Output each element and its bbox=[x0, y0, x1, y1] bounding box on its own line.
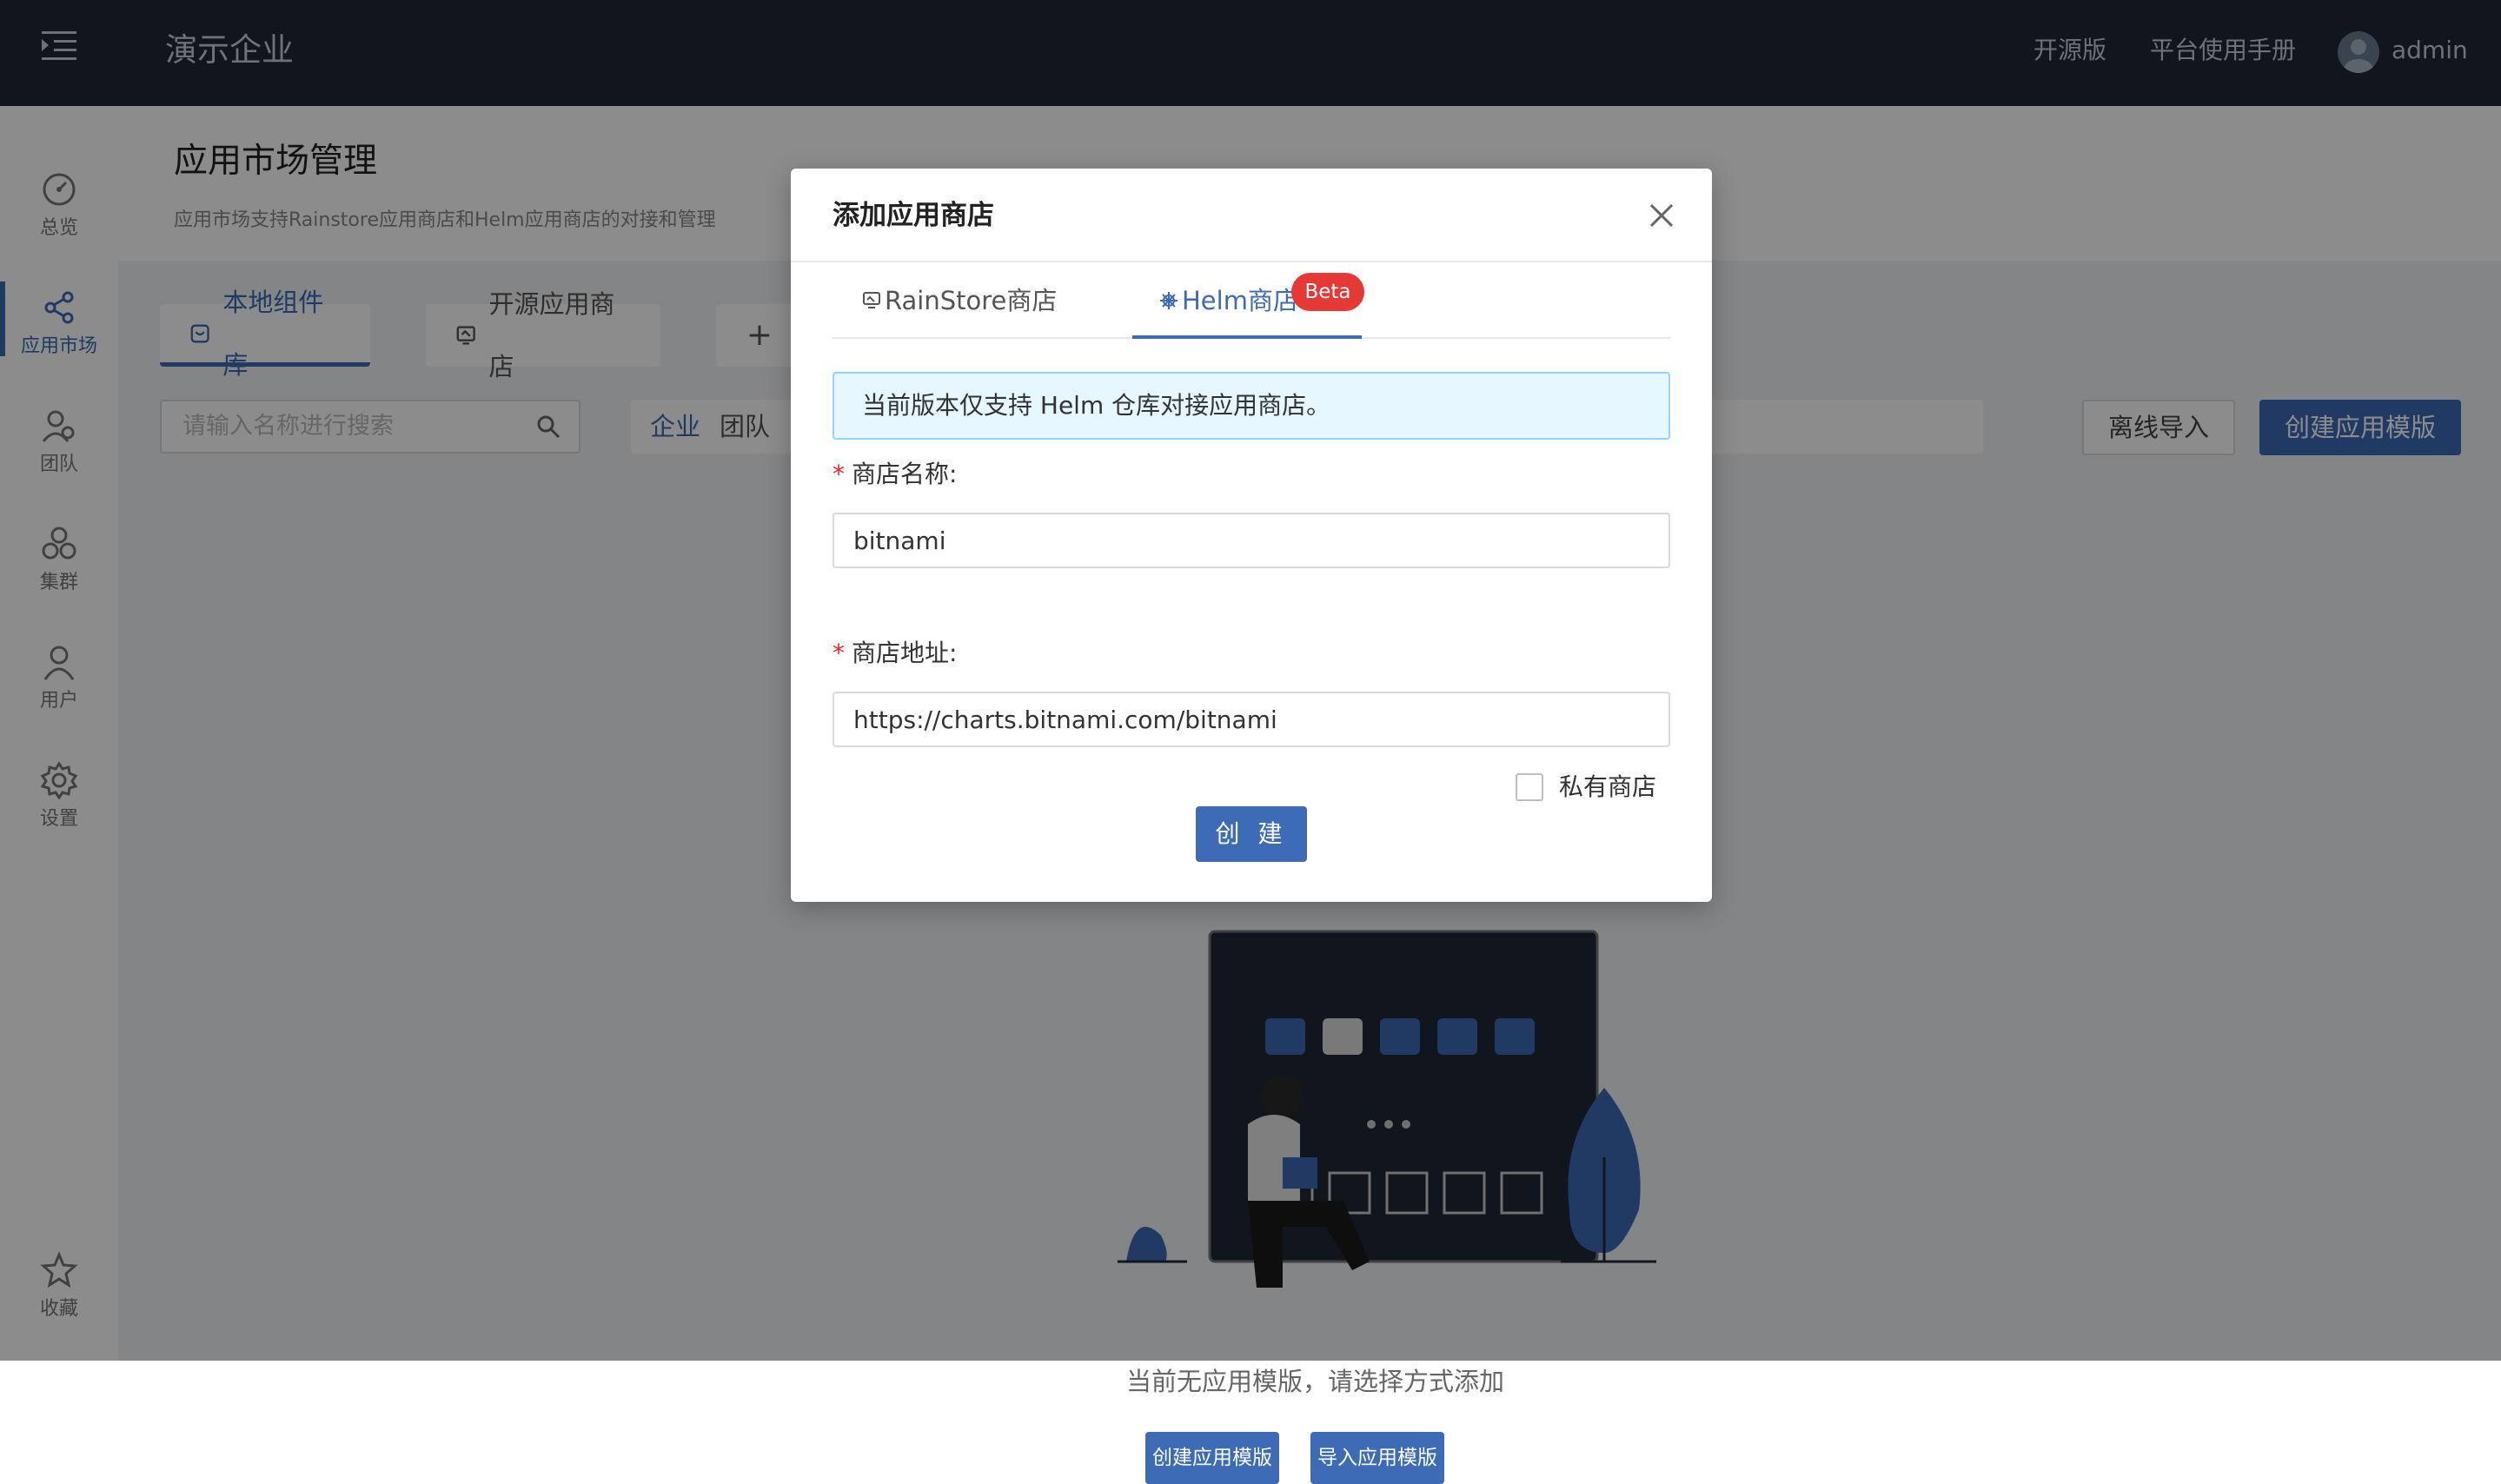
store-icon bbox=[863, 292, 880, 308]
store-url-input[interactable] bbox=[833, 692, 1670, 747]
store-name-input[interactable] bbox=[833, 513, 1670, 568]
beta-badge: Beta bbox=[1291, 273, 1364, 311]
info-alert: 当前版本仅支持 Helm 仓库对接应用商店。 bbox=[833, 372, 1670, 440]
create-button[interactable]: 创 建 bbox=[1196, 806, 1307, 862]
add-store-modal: 添加应用商店 RainStore商店 Helm商店 Beta 当前版本仅支持 H… bbox=[791, 169, 1712, 902]
active-tab-indicator bbox=[1132, 335, 1362, 339]
store-name-label: * 商店名称: bbox=[833, 460, 958, 488]
tab-rainstore[interactable]: RainStore商店 bbox=[862, 262, 1057, 339]
required-asterisk: * bbox=[833, 639, 845, 667]
modal-title: 添加应用商店 bbox=[833, 200, 994, 231]
empty-create-template-button[interactable]: 创建应用模版 bbox=[1145, 1432, 1279, 1484]
private-store-label[interactable]: 私有商店 bbox=[1559, 768, 1656, 806]
modal-tabs: RainStore商店 Helm商店 bbox=[833, 262, 1670, 339]
tab-label: Helm商店 bbox=[1182, 286, 1298, 315]
required-asterisk: * bbox=[833, 460, 845, 488]
close-icon[interactable] bbox=[1646, 200, 1677, 231]
tab-helm[interactable]: Helm商店 bbox=[1159, 262, 1298, 339]
empty-state-text: 当前无应用模版，请选择方式添加 bbox=[1126, 1367, 1505, 1396]
helm-wheel-icon bbox=[1160, 292, 1178, 309]
private-store-checkbox[interactable] bbox=[1516, 773, 1543, 801]
modal-header: 添加应用商店 bbox=[791, 169, 1712, 262]
tab-label: RainStore商店 bbox=[885, 286, 1058, 315]
empty-import-template-button[interactable]: 导入应用模版 bbox=[1310, 1432, 1444, 1484]
store-url-label: * 商店地址: bbox=[833, 639, 958, 667]
